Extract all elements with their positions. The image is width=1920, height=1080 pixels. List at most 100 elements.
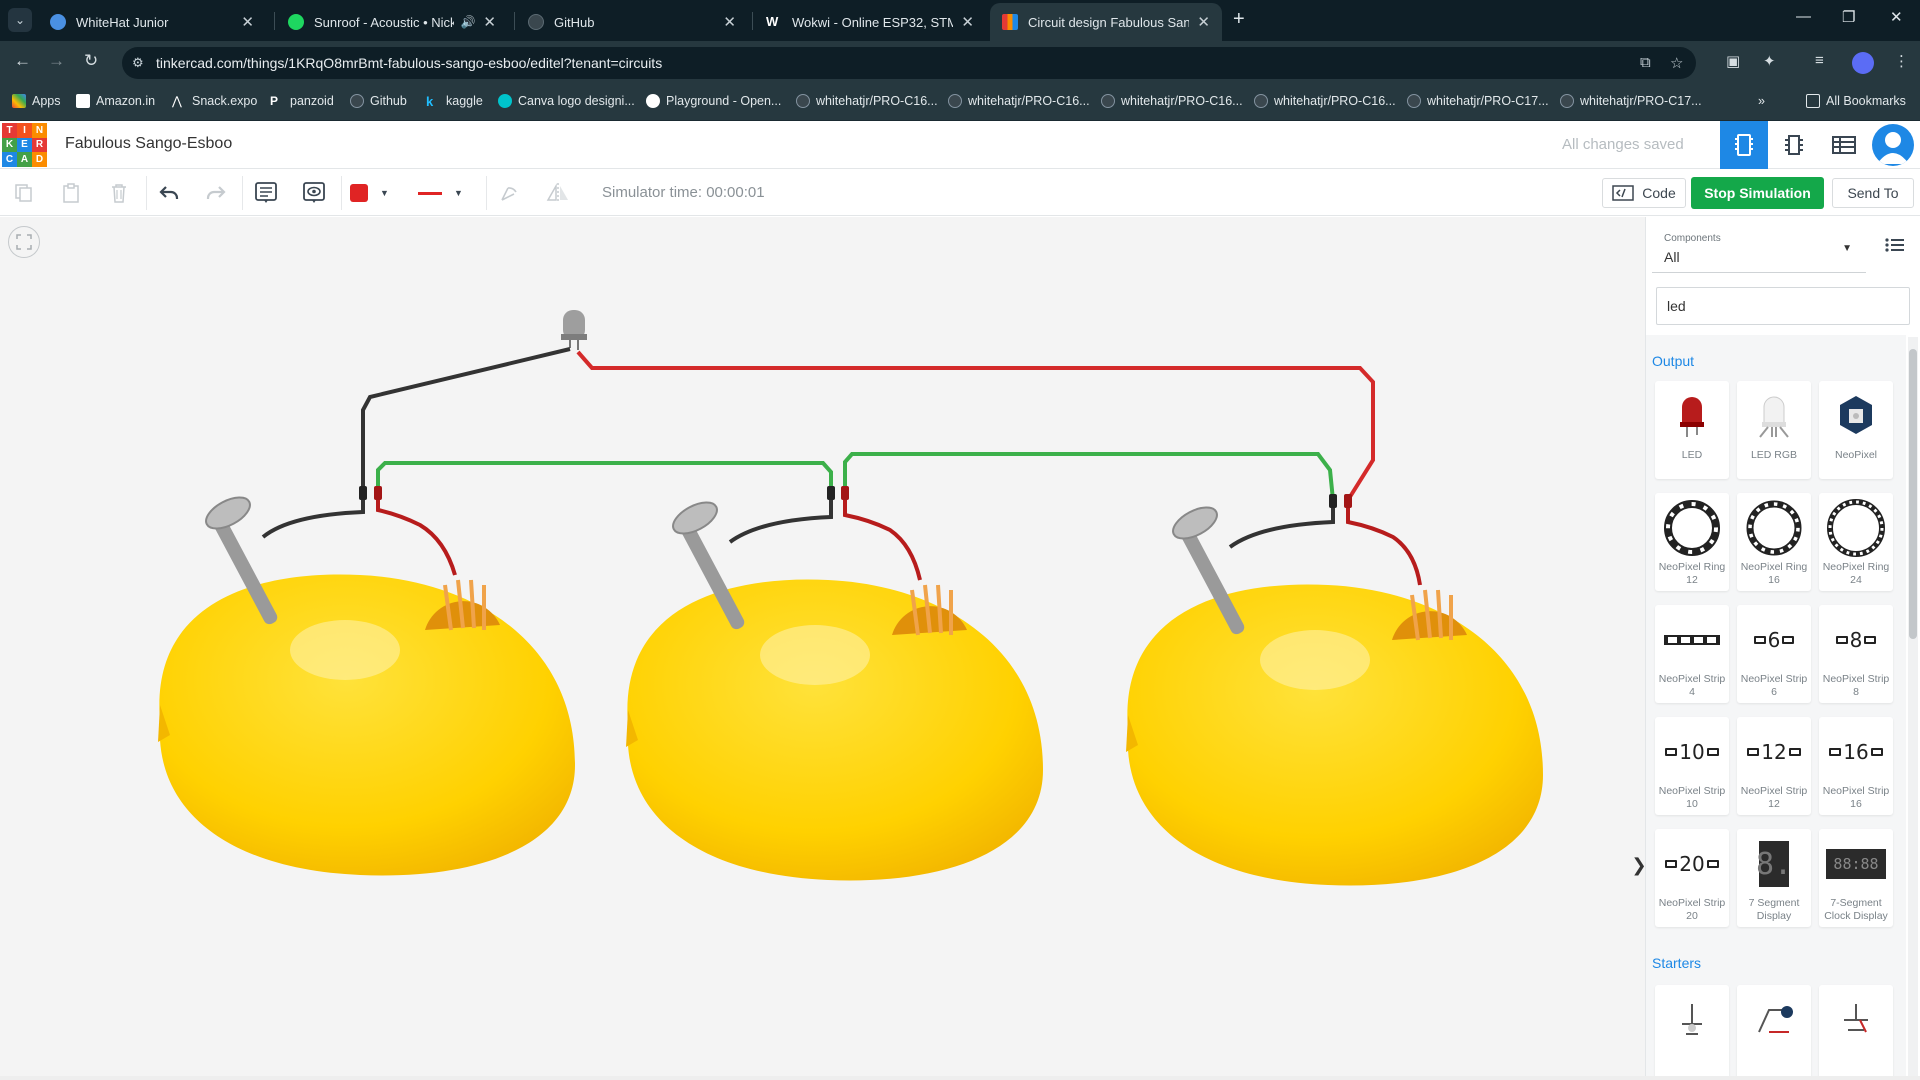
part-7-segment-clock[interactable]: 88:88 7-Segment Clock Display xyxy=(1819,829,1893,927)
bookmark-whitehatjr-1[interactable]: whitehatjr/PRO-C16... xyxy=(796,94,938,108)
bookmark-amazon[interactable]: Amazon.in xyxy=(76,94,155,108)
part-neopixel-strip-10[interactable]: 10 NeoPixel Strip 10 xyxy=(1655,717,1729,815)
bookmarks-overflow-icon[interactable]: » xyxy=(1758,94,1765,108)
bookmark-canva[interactable]: Canva logo designi... xyxy=(498,94,635,108)
tab-search-button[interactable]: ⌄ xyxy=(8,8,32,32)
parts-scrollbar[interactable] xyxy=(1908,337,1918,1080)
all-bookmarks-button[interactable]: All Bookmarks xyxy=(1806,94,1906,108)
site-info-icon[interactable]: ⚙ xyxy=(132,55,144,71)
tab-whitehat[interactable]: WhiteHat Junior ✕ xyxy=(38,3,266,41)
paste-button[interactable] xyxy=(56,178,86,208)
schematic-view-button[interactable] xyxy=(1770,121,1818,169)
reading-list-icon[interactable]: ≡ xyxy=(1815,52,1824,69)
profile-avatar[interactable] xyxy=(1852,52,1874,74)
bookmark-kaggle[interactable]: k kaggle xyxy=(426,94,483,109)
part-7-segment-display[interactable]: 8. 7 Segment Display xyxy=(1737,829,1811,927)
wire-type-picker[interactable]: ▼ xyxy=(418,178,474,208)
bookmark-star-icon[interactable]: ☆ xyxy=(1670,54,1683,72)
forward-icon[interactable]: → xyxy=(48,51,65,71)
url-text[interactable]: tinkercad.com/things/1KRqO8mrBmt-fabulou… xyxy=(156,55,662,71)
starter-circuit-2[interactable] xyxy=(1737,985,1811,1080)
part-neopixel-strip-6[interactable]: 6 NeoPixel Strip 6 xyxy=(1737,605,1811,703)
undo-button[interactable] xyxy=(154,178,184,208)
wire-black-battery-2[interactable] xyxy=(728,492,833,544)
notes-visibility-button[interactable] xyxy=(299,178,329,208)
part-led-rgb[interactable]: LED RGB xyxy=(1737,381,1811,479)
close-icon[interactable]: ✕ xyxy=(723,13,736,31)
wire-black-led[interactable] xyxy=(361,347,571,492)
wire-black-battery-3[interactable] xyxy=(1228,500,1335,549)
wire-color-picker[interactable]: ▼ xyxy=(350,178,406,208)
close-icon[interactable]: ✕ xyxy=(483,13,496,31)
wire-red-led[interactable] xyxy=(576,350,1375,502)
wire-green-1[interactable] xyxy=(376,461,833,492)
menu-kebab-icon[interactable]: ⋮ xyxy=(1894,52,1909,70)
components-filter-dropdown[interactable]: Components All ▼ xyxy=(1652,225,1866,273)
rotate-button[interactable] xyxy=(494,178,524,208)
part-neopixel-strip-12[interactable]: 12 NeoPixel Strip 12 xyxy=(1737,717,1811,815)
lemon-battery-3[interactable] xyxy=(1126,501,1543,886)
delete-button[interactable] xyxy=(104,178,134,208)
lemon-battery-1[interactable] xyxy=(158,491,575,876)
part-neopixel-ring-12[interactable]: NeoPixel Ring 12 xyxy=(1655,493,1729,591)
tab-tinkercad[interactable]: Circuit design Fabulous Sango-E ✕ xyxy=(990,3,1222,41)
starter-circuit-1[interactable] xyxy=(1655,985,1729,1080)
circuit-canvas[interactable]: ❯ xyxy=(0,217,1647,1080)
redo-button[interactable] xyxy=(201,178,231,208)
flip-button[interactable] xyxy=(543,178,573,208)
restore-icon[interactable]: ❐ xyxy=(1842,8,1855,26)
bookmark-panzoid[interactable]: Ppanzoid xyxy=(270,94,334,108)
close-icon[interactable]: ✕ xyxy=(1197,13,1210,31)
install-app-icon[interactable]: ⧉ xyxy=(1640,54,1651,71)
close-icon[interactable]: ✕ xyxy=(961,13,974,31)
wire-red-battery-2[interactable] xyxy=(843,492,922,581)
minimize-icon[interactable]: — xyxy=(1796,8,1811,25)
list-view-button[interactable] xyxy=(1885,237,1905,258)
scrollbar-thumb[interactable] xyxy=(1909,349,1917,639)
part-neopixel-strip-4[interactable]: NeoPixel Strip 4 xyxy=(1655,605,1729,703)
wire-red-battery-1[interactable] xyxy=(376,492,457,576)
lemon-battery-2[interactable] xyxy=(626,496,1043,881)
send-to-button[interactable]: Send To xyxy=(1832,178,1914,208)
close-icon[interactable]: ✕ xyxy=(241,13,254,31)
stop-simulation-button[interactable]: Stop Simulation xyxy=(1691,177,1824,209)
reload-icon[interactable]: ↻ xyxy=(84,51,98,71)
tab-wokwi[interactable]: W Wokwi - Online ESP32, STM32, ✕ xyxy=(754,3,986,41)
bookmark-apps[interactable]: Apps xyxy=(12,94,61,108)
starter-circuit-3[interactable] xyxy=(1819,985,1893,1080)
copy-button[interactable] xyxy=(9,178,39,208)
panel-collapse-icon[interactable]: ❯ xyxy=(1631,845,1647,885)
audio-playing-icon[interactable]: 🔊 xyxy=(460,15,475,29)
tinkercad-logo[interactable]: T I N K E R C A D xyxy=(2,123,47,167)
part-neopixel-strip-20[interactable]: 20 NeoPixel Strip 20 xyxy=(1655,829,1729,927)
part-neopixel-strip-8[interactable]: 8 NeoPixel Strip 8 xyxy=(1819,605,1893,703)
circuit-view-button[interactable] xyxy=(1720,121,1768,169)
bookmark-snack[interactable]: ⋀ Snack.expo xyxy=(172,94,257,108)
bookmark-github[interactable]: Github xyxy=(350,94,407,108)
led-component[interactable] xyxy=(561,310,587,350)
tab-spotify[interactable]: Sunroof - Acoustic • Nicky 🔊 ✕ xyxy=(276,3,508,41)
wire-red-battery-3[interactable] xyxy=(1346,500,1422,586)
notes-button[interactable] xyxy=(251,178,281,208)
part-neopixel-ring-16[interactable]: NeoPixel Ring 16 xyxy=(1737,493,1811,591)
code-button[interactable]: Code xyxy=(1602,178,1686,208)
component-list-view-button[interactable] xyxy=(1820,121,1868,169)
window-close-icon[interactable]: ✕ xyxy=(1890,8,1903,26)
bookmark-whitehatjr-5[interactable]: whitehatjr/PRO-C17... xyxy=(1407,94,1549,108)
design-title[interactable]: Fabulous Sango-Esboo xyxy=(65,135,232,153)
bookmark-whitehatjr-4[interactable]: whitehatjr/PRO-C16... xyxy=(1254,94,1396,108)
component-search-input[interactable] xyxy=(1656,287,1910,325)
back-icon[interactable]: ← xyxy=(14,51,31,71)
bookmark-whitehatjr-2[interactable]: whitehatjr/PRO-C16... xyxy=(948,94,1090,108)
part-neopixel[interactable]: NeoPixel xyxy=(1819,381,1893,479)
wire-green-2[interactable] xyxy=(843,452,1335,501)
address-bar[interactable]: ⚙ tinkercad.com/things/1KRqO8mrBmt-fabul… xyxy=(122,47,1696,79)
media-icon[interactable]: ▣ xyxy=(1726,52,1740,70)
bookmark-whitehatjr-3[interactable]: whitehatjr/PRO-C16... xyxy=(1101,94,1243,108)
bookmark-whitehatjr-6[interactable]: whitehatjr/PRO-C17... xyxy=(1560,94,1702,108)
new-tab-button[interactable]: + xyxy=(1233,8,1245,31)
bookmark-playground[interactable]: Playground - Open... xyxy=(646,94,781,108)
wire-black-battery-1[interactable] xyxy=(261,492,365,539)
part-neopixel-ring-24[interactable]: NeoPixel Ring 24 xyxy=(1819,493,1893,591)
tab-github[interactable]: GitHub ✕ xyxy=(516,3,748,41)
